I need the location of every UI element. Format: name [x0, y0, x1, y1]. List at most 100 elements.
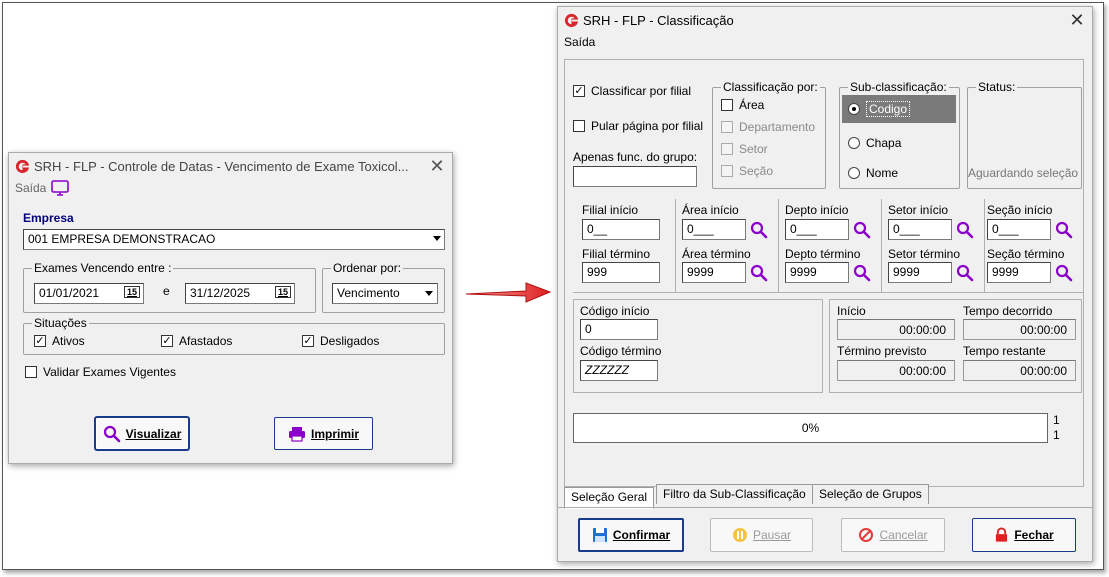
- checkbox-unchecked-icon[interactable]: [573, 120, 585, 132]
- departamento-label: Departamento: [739, 120, 816, 134]
- inicio-value: 00:00:00: [837, 319, 955, 340]
- tab-selecao-grupos[interactable]: Seleção de Grupos: [812, 484, 929, 504]
- close-icon[interactable]: ✕: [1062, 10, 1092, 31]
- secao-checkbox[interactable]: Seção: [721, 164, 773, 178]
- validar-exames-checkbox[interactable]: Validar Exames Vigentes: [25, 365, 176, 379]
- menu-saida[interactable]: Saída: [564, 35, 595, 49]
- radio-selected-icon[interactable]: [848, 103, 860, 115]
- date-separator: e: [163, 284, 170, 298]
- pausar-label: Pausar: [752, 528, 792, 542]
- radio-unselected-icon[interactable]: [848, 137, 860, 149]
- radio-unselected-icon[interactable]: [848, 167, 860, 179]
- checkbox-unchecked-icon[interactable]: [721, 165, 733, 177]
- checkbox-checked-icon[interactable]: ✓: [34, 335, 46, 347]
- apenas-grupo-field[interactable]: [573, 166, 697, 187]
- nome-radio[interactable]: Nome: [848, 166, 898, 180]
- tab-label: Seleção de Grupos: [819, 487, 922, 501]
- filial-termino-field[interactable]: 999: [582, 262, 660, 283]
- chapa-radio[interactable]: Chapa: [848, 136, 901, 150]
- area-label: Área: [739, 98, 765, 112]
- codigo-radio[interactable]: Codigo: [842, 95, 956, 123]
- pular-pagina-checkbox[interactable]: Pular página por filial: [573, 119, 703, 133]
- visualizar-button[interactable]: Visualizar: [95, 417, 189, 450]
- codigo-termino-field[interactable]: ZZZZZZ: [580, 360, 658, 381]
- date-from-field[interactable]: 01/01/2021 15: [34, 283, 144, 304]
- range-grid: Filial início 0__ Filial término 999 Áre…: [573, 199, 1083, 293]
- departamento-checkbox[interactable]: Departamento: [721, 120, 815, 134]
- afastados-checkbox[interactable]: ✓ Afastados: [161, 334, 232, 348]
- cancelar-button[interactable]: Cancelar: [841, 518, 945, 552]
- app-logo-icon: [564, 13, 579, 27]
- nome-label: Nome: [866, 166, 899, 180]
- imprimir-button[interactable]: Imprimir: [274, 417, 373, 450]
- magnifier-icon: [103, 425, 121, 443]
- fechar-label: Fechar: [1014, 528, 1054, 542]
- checkbox-unchecked-icon[interactable]: [721, 143, 733, 155]
- area-inicio-field[interactable]: 0___: [682, 219, 746, 240]
- monitor-icon[interactable]: [51, 180, 70, 196]
- secao-inicio-field[interactable]: 0___: [987, 219, 1051, 240]
- secao-termino-field[interactable]: 9999: [987, 262, 1051, 283]
- confirmar-button[interactable]: Confirmar: [578, 518, 684, 552]
- checkbox-unchecked-icon[interactable]: [25, 366, 37, 378]
- magnifier-icon[interactable]: [1055, 221, 1073, 239]
- magnifier-icon[interactable]: [750, 264, 768, 282]
- menu-saida[interactable]: Saída: [15, 181, 46, 195]
- empresa-select[interactable]: 001 EMPRESA DEMONSTRACAO: [23, 229, 445, 250]
- close-icon[interactable]: ✕: [422, 156, 452, 177]
- secao-inicio-value: 0___: [992, 222, 1019, 236]
- calendar-icon[interactable]: 15: [123, 286, 140, 298]
- setor-checkbox[interactable]: Setor: [721, 142, 768, 156]
- ordenar-value: Vencimento: [337, 286, 400, 300]
- magnifier-icon[interactable]: [956, 221, 974, 239]
- controle-datas-window: SRH - FLP - Controle de Datas - Vencimen…: [8, 152, 453, 464]
- tempo-restante-label: Tempo restante: [963, 344, 1046, 358]
- area-checkbox[interactable]: Área: [721, 98, 764, 112]
- depto-termino-field[interactable]: 9999: [785, 262, 849, 283]
- magnifier-icon[interactable]: [750, 221, 768, 239]
- tab-selecao-geral[interactable]: Seleção Geral: [564, 487, 655, 509]
- desligados-checkbox[interactable]: ✓ Desligados: [302, 334, 379, 348]
- setor-termino-field[interactable]: 9999: [888, 262, 952, 283]
- codigo-termino-label: Código término: [580, 344, 662, 358]
- date-to-value: 31/12/2025: [190, 286, 251, 300]
- tab-filtro-subclassificacao[interactable]: Filtro da Sub-Classificação: [656, 484, 813, 504]
- ordenar-select[interactable]: Vencimento: [332, 283, 438, 304]
- empresa-value: 001 EMPRESA DEMONSTRACAO: [28, 232, 216, 246]
- date-to-field[interactable]: 31/12/2025 15: [185, 283, 295, 304]
- ativos-checkbox[interactable]: ✓ Ativos: [34, 334, 85, 348]
- magnifier-icon[interactable]: [853, 264, 871, 282]
- checkbox-checked-icon[interactable]: ✓: [161, 335, 173, 347]
- fechar-button[interactable]: Fechar: [972, 518, 1076, 552]
- checkbox-unchecked-icon[interactable]: [721, 121, 733, 133]
- calendar-icon[interactable]: 15: [274, 286, 291, 298]
- secao-termino-value: 9999: [992, 265, 1019, 279]
- chevron-down-icon[interactable]: [425, 291, 433, 296]
- checkbox-unchecked-icon[interactable]: [721, 99, 733, 111]
- secao-termino-label: Seção término: [987, 247, 1065, 261]
- magnifier-icon[interactable]: [853, 221, 871, 239]
- setor-range-cell: Setor início 0___ Setor término 9999: [882, 199, 985, 293]
- codigo-inicio-field[interactable]: 0: [580, 319, 658, 340]
- codigo-range-box: Código início 0 Código término ZZZZZZ: [573, 299, 823, 393]
- filial-inicio-field[interactable]: 0__: [582, 219, 660, 240]
- app-logo-icon: [15, 159, 30, 173]
- filial-termino-label: Filial término: [582, 247, 651, 261]
- chevron-down-icon[interactable]: [433, 236, 441, 241]
- classificacao-por-group: Classificação por: Área Departamento Set…: [712, 80, 826, 189]
- depto-inicio-field[interactable]: 0___: [785, 219, 849, 240]
- checkbox-checked-icon[interactable]: ✓: [573, 85, 585, 97]
- desligados-label: Desligados: [320, 334, 380, 348]
- area-termino-field[interactable]: 9999: [682, 262, 746, 283]
- classificar-filial-label: Classificar por filial: [591, 84, 692, 98]
- tab-label: Filtro da Sub-Classificação: [663, 487, 806, 501]
- setor-inicio-field[interactable]: 0___: [888, 219, 952, 240]
- subclassificacao-label: Sub-classificação:: [848, 80, 949, 94]
- classificar-filial-checkbox[interactable]: ✓ Classificar por filial: [573, 84, 691, 98]
- magnifier-icon[interactable]: [956, 264, 974, 282]
- magnifier-icon[interactable]: [1055, 264, 1073, 282]
- pausar-button[interactable]: Pausar: [710, 518, 813, 552]
- counter-bottom: 1: [1053, 428, 1060, 442]
- codigo-label: Codigo: [866, 101, 911, 117]
- checkbox-checked-icon[interactable]: ✓: [302, 335, 314, 347]
